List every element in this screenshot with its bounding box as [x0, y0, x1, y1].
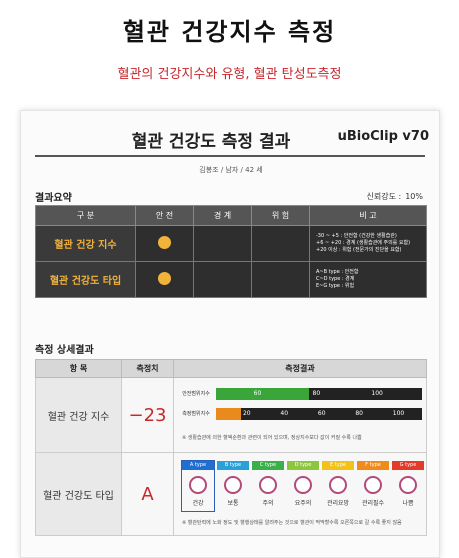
safe-cell — [135, 225, 194, 262]
title-divider — [35, 155, 425, 157]
summary-header: 안 전 — [135, 205, 194, 226]
page-subtitle: 혈관의 건강지수와 유형, 혈관 탄성도측정 — [117, 67, 342, 82]
type-item: C type 주의 — [252, 461, 284, 511]
type-item: D type 요주의 — [287, 461, 319, 511]
person-info: 김봉조 / 남자 / 42 세 — [199, 166, 263, 174]
vessel-ring-icon — [189, 476, 207, 494]
detail-header: 항 목 — [35, 359, 122, 378]
type-name: 건강 — [192, 500, 204, 507]
index-bar-row: 측정범위지수 20 40 60 80 100 — [178, 408, 424, 420]
type-item: F type 관리필수 — [357, 461, 389, 511]
index-bar-tick: 60 — [253, 390, 262, 397]
type-caption: D type — [287, 461, 319, 470]
vessel-ring-icon — [329, 476, 347, 494]
vessel-ring-icon — [294, 476, 312, 494]
reliability-value: 10% — [405, 192, 423, 201]
index-value: −23 — [121, 377, 174, 453]
vessel-ring-icon — [224, 476, 242, 494]
note-line: A~B type : 안전함 — [316, 269, 359, 275]
brand-label: uBioClip v70 — [337, 129, 429, 144]
type-name: 관리요망 — [326, 500, 350, 507]
index-bar-tick: 40 — [280, 410, 289, 417]
note-line: C~D type : 경계 — [316, 276, 355, 282]
summary-header: 구 분 — [35, 205, 136, 226]
summary-note: -30 ~ +5 : 안전함 (건강한 생활습관) +6 ~ +20 : 경계 … — [309, 225, 427, 262]
type-scale: A type 건강 B type 보통 C type 주의 D type 요주의 E type 관… — [174, 453, 426, 535]
index-bar-tick: 80 — [312, 390, 321, 397]
vessel-ring-icon — [259, 476, 277, 494]
type-name: 주의 — [262, 500, 274, 507]
index-bar-label: 측정범위지수 — [182, 411, 210, 417]
index-bar-track: 60 80 100 — [216, 388, 422, 400]
safe-cell — [135, 261, 194, 298]
type-label: 혈관 건강도 타입 — [35, 452, 122, 536]
summary-header: 경 계 — [193, 205, 252, 226]
index-bar-fill — [216, 408, 241, 420]
index-bar-tick: 100 — [392, 410, 405, 417]
summary-row: 혈관 건강도 타입 A~B type : 안전함 C~D type : 경계 E… — [35, 261, 427, 298]
index-bar-row: 안전범위지수 60 80 100 — [178, 388, 424, 400]
type-caption: B type — [217, 461, 249, 470]
result-dot-icon — [158, 236, 171, 249]
index-note: ※ 생활습관에 의한 혈액순환과 관련이 되어 있으며, 정상지수보다 값이 커… — [182, 435, 362, 441]
result-dot-icon — [158, 272, 171, 285]
type-name: 관리필수 — [361, 500, 385, 507]
page-title: 혈관 건강지수 측정 — [122, 18, 337, 46]
warning-cell — [193, 261, 252, 298]
summary-row-label: 혈관 건강 지수 — [35, 225, 136, 262]
index-bar-tick: 60 — [317, 410, 326, 417]
index-bar-tick: 20 — [242, 410, 251, 417]
reliability: 신뢰강도 :10% — [363, 191, 423, 202]
type-caption: G type — [392, 461, 424, 470]
index-label: 혈관 건강 지수 — [35, 377, 122, 453]
index-bar-tick: 80 — [355, 410, 363, 417]
detail-table: 항 목 측정치 측정결과 혈관 건강 지수 −23 안전범위지수 60 80 100 측… — [35, 359, 427, 536]
type-item: B type 보통 — [217, 461, 249, 511]
type-name: 나쁨 — [402, 500, 414, 507]
summary-section-label: 결과요약 — [35, 193, 72, 204]
type-item: A type 건강 — [181, 460, 215, 512]
type-caption: E type — [322, 461, 354, 470]
type-item: E type 관리요망 — [322, 461, 354, 511]
summary-row: 혈관 건강 지수 -30 ~ +5 : 안전함 (건강한 생활습관) +6 ~ … — [35, 225, 427, 262]
summary-header-row: 구 분 안 전 경 계 위 험 비 고 — [35, 205, 427, 226]
type-caption: A type — [182, 461, 214, 470]
summary-header: 위 험 — [251, 205, 310, 226]
index-bars-cell: 안전범위지수 60 80 100 측정범위지수 20 40 60 80 100 ※ 생활습관에 의한… — [173, 377, 427, 453]
type-caption: F type — [357, 461, 389, 470]
index-bar-tick: 100 — [371, 390, 383, 397]
index-bar-label: 안전범위지수 — [182, 391, 210, 397]
type-item: G type 나쁨 — [392, 461, 424, 511]
index-bar-track: 20 40 60 80 100 — [216, 408, 422, 420]
detail-header: 측정결과 — [173, 359, 427, 378]
type-name: 보통 — [227, 500, 239, 507]
index-bars: 안전범위지수 60 80 100 측정범위지수 20 40 60 80 100 ※ 생활습관에 의한… — [174, 378, 426, 452]
note-line: +6 ~ +20 : 경계 (생활습관에 주의를 요함) — [316, 240, 411, 246]
note-line: E~G type : 위험 — [316, 283, 355, 289]
detail-header: 측정치 — [121, 359, 174, 378]
type-scale-cell: A type 건강 B type 보통 C type 주의 D type 요주의 E type 관… — [173, 452, 427, 536]
detail-row-index: 혈관 건강 지수 −23 안전범위지수 60 80 100 측정범위지수 20 40 60 80… — [35, 377, 427, 453]
index-bar-fill — [216, 388, 309, 400]
detail-row-type: 혈관 건강도 타입 A A type 건강 B type 보통 C type 주의 D ty… — [35, 452, 427, 536]
type-note: ※ 혈관탄력에 노화 정도 및 혈행상태를 알려주는 것으로 혈관이 딱딱할수록… — [182, 520, 402, 526]
type-name: 요주의 — [294, 500, 312, 507]
detail-header-row: 항 목 측정치 측정결과 — [35, 359, 427, 378]
danger-cell — [251, 225, 310, 262]
vessel-ring-icon — [364, 476, 382, 494]
danger-cell — [251, 261, 310, 298]
vessel-ring-icon — [399, 476, 417, 494]
detail-section-label: 측정 상세결과 — [35, 345, 94, 356]
note-line: +20 이상 : 위험 (전문가의 진단을 요함) — [316, 247, 402, 253]
reliability-label: 신뢰강도 : — [366, 192, 402, 201]
summary-note: A~B type : 안전함 C~D type : 경계 E~G type : … — [309, 261, 427, 298]
note-line: -30 ~ +5 : 안전함 (건강한 생활습관) — [316, 233, 397, 239]
summary-header: 비 고 — [309, 205, 427, 226]
type-value: A — [121, 452, 174, 536]
type-caption: C type — [252, 461, 284, 470]
report-card: 혈관 건강도 측정 결과 uBioClip v70 김봉조 / 남자 / 42 … — [20, 110, 440, 558]
warning-cell — [193, 225, 252, 262]
summary-row-label: 혈관 건강도 타입 — [35, 261, 136, 298]
summary-table: 구 분 안 전 경 계 위 험 비 고 혈관 건강 지수 -30 ~ +5 : … — [35, 205, 427, 298]
